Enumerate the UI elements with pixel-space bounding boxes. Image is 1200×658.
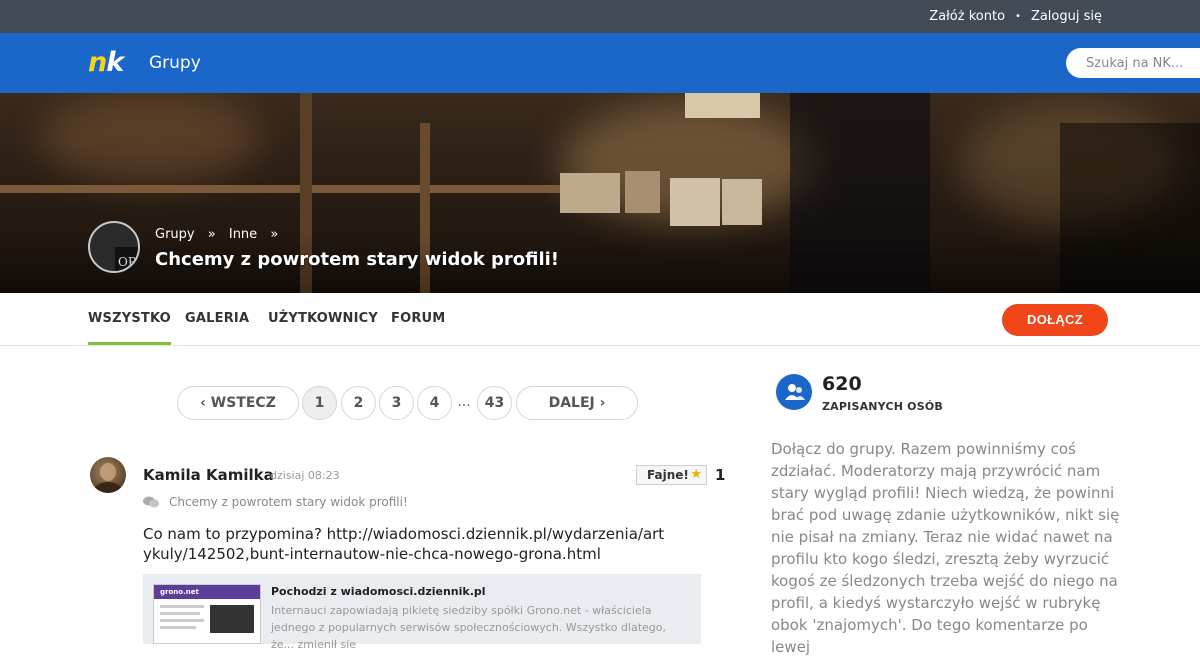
breadcrumb-other[interactable]: Inne bbox=[229, 227, 257, 242]
top-utility-bar: Załóż konto • Zaloguj się bbox=[0, 0, 1200, 33]
pagination-next-button[interactable]: DALEJ › bbox=[516, 386, 638, 420]
banner-box bbox=[560, 173, 620, 213]
banner-box bbox=[722, 179, 762, 225]
join-button[interactable]: DOŁĄCZ bbox=[1002, 304, 1108, 336]
banner-box bbox=[625, 171, 660, 213]
post-timestamp: dzisiaj 08:23 bbox=[270, 469, 340, 482]
post-author-name[interactable]: Kamila Kamilka bbox=[143, 466, 274, 484]
link-preview-thumbnail: grono.net bbox=[153, 584, 261, 644]
members-icon bbox=[776, 374, 812, 410]
logo-letter-n: n bbox=[88, 47, 107, 78]
thumbnail-line bbox=[160, 619, 204, 622]
post-body: Co nam to przypomina? http://wiadomosci.… bbox=[143, 525, 665, 563]
link-preview-card[interactable]: grono.net Pochodzi z wiadomosci.dziennik… bbox=[143, 574, 701, 651]
like-button[interactable]: Fajne! ★ bbox=[636, 465, 707, 485]
login-link[interactable]: Zaloguj się bbox=[1031, 9, 1102, 24]
nk-logo[interactable]: nk bbox=[88, 47, 124, 78]
tab-forum[interactable]: FORUM bbox=[391, 311, 445, 326]
banner-light bbox=[40, 93, 260, 183]
breadcrumb: Grupy » Inne » bbox=[155, 227, 287, 242]
pagination-page[interactable]: 1 bbox=[302, 386, 337, 420]
search-input[interactable] bbox=[1066, 48, 1200, 78]
banner-box bbox=[670, 178, 720, 226]
banner-shelf bbox=[0, 185, 560, 193]
tab-users[interactable]: UŻYTKOWNICY bbox=[268, 311, 378, 326]
group-tabs: WSZYSTKO GALERIA UŻYTKOWNICY FORUM DOŁĄC… bbox=[0, 293, 1200, 346]
members-label: ZAPISANYCH OSÓB bbox=[822, 400, 943, 413]
tab-gallery[interactable]: GALERIA bbox=[185, 311, 249, 326]
members-count: 620 bbox=[822, 373, 862, 395]
pagination-page[interactable]: 2 bbox=[341, 386, 376, 420]
breadcrumb-separator: » bbox=[207, 227, 216, 242]
thumbnail-line bbox=[160, 612, 200, 615]
star-icon: ★ bbox=[690, 467, 702, 482]
group-title: Chcemy z powrotem stary widok profili! bbox=[155, 249, 560, 270]
logo-letter-k: k bbox=[106, 47, 124, 78]
thumbnail-brand: grono.net bbox=[160, 588, 199, 596]
pagination-prev-button[interactable]: ‹ WSTECZ bbox=[177, 386, 299, 420]
separator-dot: • bbox=[1015, 11, 1021, 22]
like-count: 1 bbox=[715, 466, 726, 484]
pagination-page-last[interactable]: 43 bbox=[477, 386, 512, 420]
post-topic[interactable]: Chcemy z powrotem stary widok profili! bbox=[169, 495, 408, 509]
breadcrumb-groups[interactable]: Grupy bbox=[155, 227, 195, 242]
register-link[interactable]: Załóż konto bbox=[929, 9, 1005, 24]
group-avatar[interactable]: OP bbox=[88, 221, 140, 273]
post-author-avatar[interactable] bbox=[90, 457, 126, 493]
thumbnail-line bbox=[160, 626, 196, 629]
thumbnail-image bbox=[210, 605, 254, 633]
section-title[interactable]: Grupy bbox=[149, 53, 201, 73]
banner-box bbox=[685, 93, 760, 118]
pagination-page[interactable]: 4 bbox=[417, 386, 452, 420]
pagination-ellipsis: ... bbox=[457, 394, 471, 410]
group-description: Dołącz do grupy. Razem powinniśmy coś zd… bbox=[771, 440, 1120, 656]
group-avatar-badge: OP bbox=[115, 247, 138, 271]
breadcrumb-separator: » bbox=[270, 227, 279, 242]
main-header: nk Grupy bbox=[0, 33, 1200, 93]
thumbnail-line bbox=[160, 605, 204, 608]
comment-bubbles-icon bbox=[143, 496, 159, 508]
link-preview-title: Pochodzi z wiadomosci.dziennik.pl bbox=[271, 585, 486, 598]
pagination-page[interactable]: 3 bbox=[379, 386, 414, 420]
tab-all[interactable]: WSZYSTKO bbox=[88, 311, 171, 345]
like-button-label: Fajne! bbox=[647, 468, 689, 482]
group-banner: OP Grupy » Inne » Chcemy z powrotem star… bbox=[0, 93, 1200, 293]
link-preview-description: Internauci zapowiadają pikietę siedziby … bbox=[271, 604, 666, 651]
